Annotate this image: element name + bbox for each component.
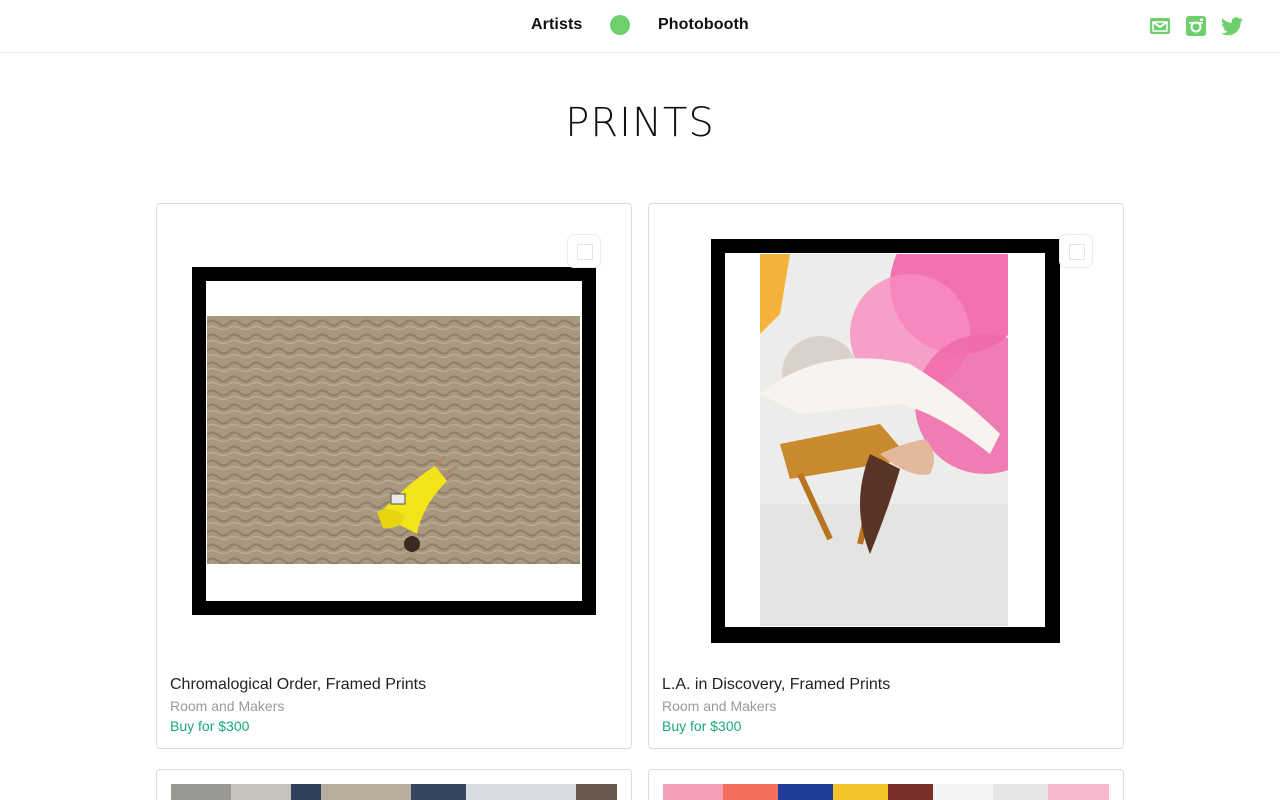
- framed-print-image[interactable]: [192, 267, 596, 615]
- product-card[interactable]: L.A. in Discovery, Framed Prints Room an…: [648, 203, 1124, 749]
- page-title: PRINTS: [565, 100, 715, 146]
- nav-link-artists[interactable]: Artists: [531, 16, 582, 34]
- product-card[interactable]: [648, 769, 1124, 800]
- product-title[interactable]: Chromalogical Order, Framed Prints: [170, 676, 426, 694]
- frame-toggle-icon[interactable]: [1059, 234, 1093, 268]
- product-artist[interactable]: Room and Makers: [662, 698, 776, 714]
- framed-print-image[interactable]: [711, 239, 1060, 643]
- top-nav-bar: Artists Photobooth: [0, 0, 1280, 53]
- instagram-icon[interactable]: [1184, 14, 1208, 38]
- mail-icon[interactable]: [1148, 14, 1172, 38]
- print-mat: [725, 253, 1045, 627]
- print-mat: [206, 281, 582, 601]
- nav-dot-icon: [610, 15, 630, 35]
- buy-button[interactable]: Buy for $300: [170, 718, 249, 734]
- frame-toggle-icon[interactable]: [567, 234, 601, 268]
- product-image-partial[interactable]: [663, 784, 1109, 800]
- twitter-icon[interactable]: [1220, 14, 1244, 38]
- product-card[interactable]: [156, 769, 632, 800]
- sand-beach-photo: [207, 316, 580, 564]
- buy-button[interactable]: Buy for $300: [662, 718, 741, 734]
- woman-on-chair-photo: [760, 254, 1008, 626]
- product-image-partial[interactable]: [171, 784, 617, 800]
- nav-link-photobooth[interactable]: Photobooth: [658, 16, 749, 34]
- product-title[interactable]: L.A. in Discovery, Framed Prints: [662, 676, 890, 694]
- product-card[interactable]: Chromalogical Order, Framed Prints Room …: [156, 203, 632, 749]
- product-artist[interactable]: Room and Makers: [170, 698, 284, 714]
